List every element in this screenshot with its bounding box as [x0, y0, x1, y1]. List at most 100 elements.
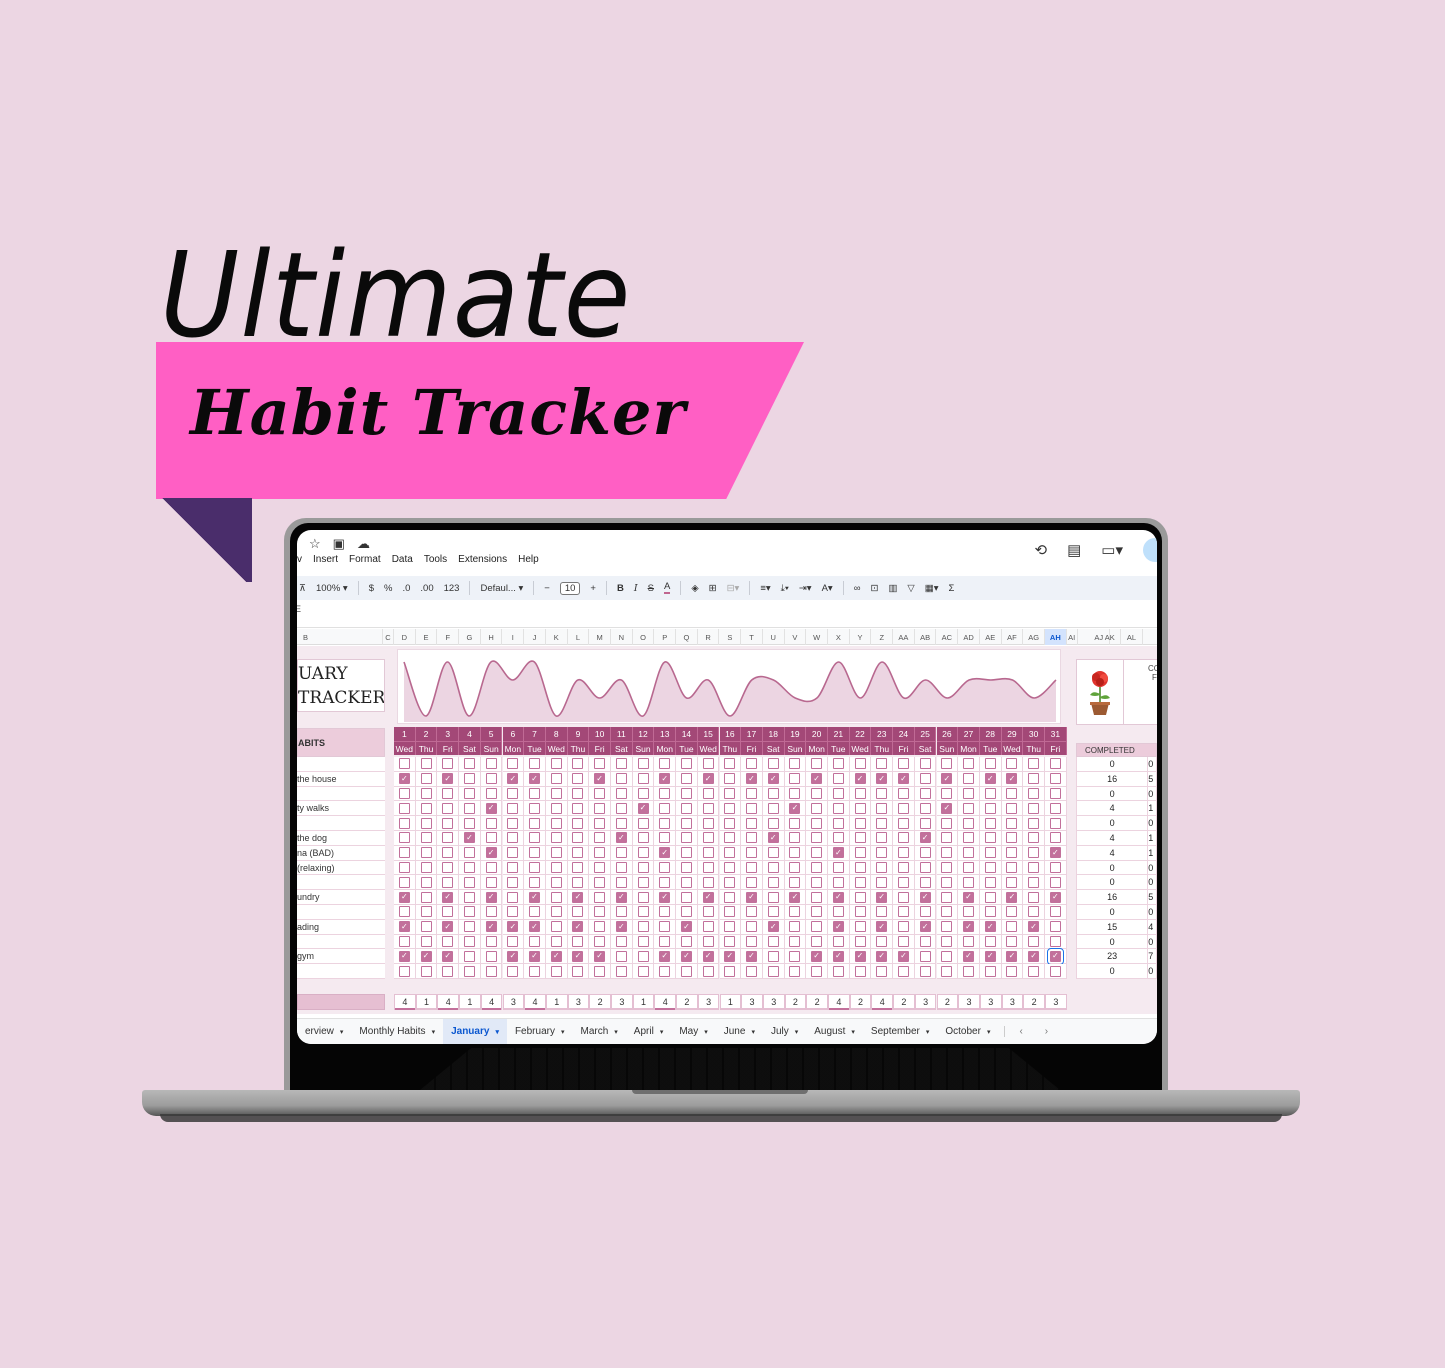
checkbox-checked[interactable]: ✓ — [594, 773, 606, 785]
checkbox-unchecked[interactable] — [442, 787, 454, 799]
checkbox-unchecked[interactable] — [420, 817, 432, 829]
checkbox-checked[interactable]: ✓ — [789, 802, 801, 814]
checkbox-checked[interactable]: ✓ — [507, 921, 519, 933]
checkbox-unchecked[interactable] — [897, 921, 909, 933]
checkbox-unchecked[interactable] — [984, 891, 996, 903]
checkbox-unchecked[interactable] — [1028, 861, 1040, 873]
checkbox-unchecked[interactable] — [767, 876, 779, 888]
checkbox-unchecked[interactable] — [442, 847, 454, 859]
checkbox-unchecked[interactable] — [832, 787, 844, 799]
checkbox-unchecked[interactable] — [963, 802, 975, 814]
checkbox-unchecked[interactable] — [594, 847, 606, 859]
checkbox-unchecked[interactable] — [789, 817, 801, 829]
checkbox-unchecked[interactable] — [637, 773, 649, 785]
checkbox-unchecked[interactable] — [507, 861, 519, 873]
column-header-aa[interactable]: AA — [893, 629, 915, 645]
tab-january[interactable]: January ▾ — [443, 1018, 507, 1044]
checkbox-unchecked[interactable] — [637, 891, 649, 903]
checkbox-unchecked[interactable] — [1028, 891, 1040, 903]
column-header-ad[interactable]: AD — [958, 629, 980, 645]
menu-item-v[interactable]: v — [297, 554, 302, 565]
checkbox-unchecked[interactable] — [529, 847, 541, 859]
checkbox-unchecked[interactable] — [897, 965, 909, 977]
checkbox-unchecked[interactable] — [507, 758, 519, 770]
checkbox-unchecked[interactable] — [767, 847, 779, 859]
checkbox-unchecked[interactable] — [724, 906, 736, 918]
checkbox-checked[interactable]: ✓ — [572, 950, 584, 962]
checkbox-unchecked[interactable] — [919, 802, 931, 814]
checkbox-checked[interactable]: ✓ — [854, 950, 866, 962]
column-header-m[interactable]: M — [589, 629, 611, 645]
tab-monthly-habits[interactable]: Monthly Habits ▾ — [351, 1019, 443, 1045]
column-header-ak[interactable]: AK — [1099, 629, 1122, 645]
tab-october[interactable]: October ▾ — [937, 1019, 998, 1045]
column-header-c[interactable]: C — [383, 629, 394, 645]
checkbox-unchecked[interactable] — [398, 876, 410, 888]
checkbox-unchecked[interactable] — [919, 965, 931, 977]
checkbox-unchecked[interactable] — [767, 861, 779, 873]
checkbox-unchecked[interactable] — [680, 802, 692, 814]
column-header-t[interactable]: T — [741, 629, 763, 645]
checkbox-checked[interactable]: ✓ — [767, 773, 779, 785]
menu-item-format[interactable]: Format — [349, 554, 381, 565]
checkbox-unchecked[interactable] — [876, 876, 888, 888]
checkbox-unchecked[interactable] — [463, 935, 475, 947]
checkbox-unchecked[interactable] — [485, 787, 497, 799]
checkbox-unchecked[interactable] — [854, 832, 866, 844]
font-size-input[interactable]: 10 — [559, 581, 581, 595]
checkbox-unchecked[interactable] — [1049, 965, 1061, 977]
checkbox-unchecked[interactable] — [615, 758, 627, 770]
checkbox-unchecked[interactable] — [398, 817, 410, 829]
checkbox-unchecked[interactable] — [702, 921, 714, 933]
checkbox-unchecked[interactable] — [680, 832, 692, 844]
checkbox-unchecked[interactable] — [442, 876, 454, 888]
checkbox-unchecked[interactable] — [637, 847, 649, 859]
checkbox-unchecked[interactable] — [507, 787, 519, 799]
checkbox-unchecked[interactable] — [680, 935, 692, 947]
checkbox-unchecked[interactable] — [594, 935, 606, 947]
decrease-font-size-button[interactable]: − — [544, 583, 550, 594]
checkbox-checked[interactable]: ✓ — [746, 773, 758, 785]
checkbox-checked[interactable]: ✓ — [876, 950, 888, 962]
checkbox-unchecked[interactable] — [832, 802, 844, 814]
checkbox-unchecked[interactable] — [529, 832, 541, 844]
checkbox-unchecked[interactable] — [420, 847, 432, 859]
checkbox-unchecked[interactable] — [507, 847, 519, 859]
checkbox-checked[interactable]: ✓ — [919, 832, 931, 844]
checkbox-unchecked[interactable] — [420, 965, 432, 977]
checkbox-unchecked[interactable] — [724, 861, 736, 873]
checkbox-unchecked[interactable] — [1028, 817, 1040, 829]
checkbox-checked[interactable]: ✓ — [398, 921, 410, 933]
insert-comment-icon[interactable]: ⊡ — [870, 583, 878, 594]
checkbox-unchecked[interactable] — [724, 787, 736, 799]
checkbox-unchecked[interactable] — [680, 847, 692, 859]
checkbox-unchecked[interactable] — [615, 935, 627, 947]
checkbox-unchecked[interactable] — [463, 861, 475, 873]
checkbox-unchecked[interactable] — [572, 965, 584, 977]
checkbox-unchecked[interactable] — [724, 935, 736, 947]
fill-color-icon[interactable]: ◈ — [691, 583, 698, 594]
checkbox-unchecked[interactable] — [572, 802, 584, 814]
checkbox-unchecked[interactable] — [680, 758, 692, 770]
checkbox-checked[interactable]: ✓ — [876, 773, 888, 785]
checkbox-unchecked[interactable] — [442, 758, 454, 770]
checkbox-unchecked[interactable] — [463, 847, 475, 859]
scroll-tabs-left-button[interactable]: ‹ — [1019, 1026, 1022, 1037]
checkbox-unchecked[interactable] — [529, 906, 541, 918]
column-header-q[interactable]: Q — [676, 629, 698, 645]
checkbox-unchecked[interactable] — [941, 832, 953, 844]
merge-cells-icon[interactable]: ⊟▾ — [727, 583, 740, 594]
checkbox-checked[interactable]: ✓ — [963, 921, 975, 933]
checkbox-unchecked[interactable] — [897, 802, 909, 814]
checkbox-unchecked[interactable] — [550, 832, 562, 844]
chevron-down-icon[interactable]: ▾ — [704, 1028, 708, 1036]
tab-march[interactable]: March ▾ — [572, 1019, 625, 1045]
checkbox-unchecked[interactable] — [767, 802, 779, 814]
checkbox-checked[interactable]: ✓ — [811, 773, 823, 785]
checkbox-unchecked[interactable] — [876, 861, 888, 873]
checkbox-unchecked[interactable] — [659, 817, 671, 829]
currency-format-button[interactable]: $ — [369, 583, 374, 594]
checkbox-unchecked[interactable] — [1028, 787, 1040, 799]
checkbox-unchecked[interactable] — [897, 817, 909, 829]
checkbox-unchecked[interactable] — [594, 861, 606, 873]
